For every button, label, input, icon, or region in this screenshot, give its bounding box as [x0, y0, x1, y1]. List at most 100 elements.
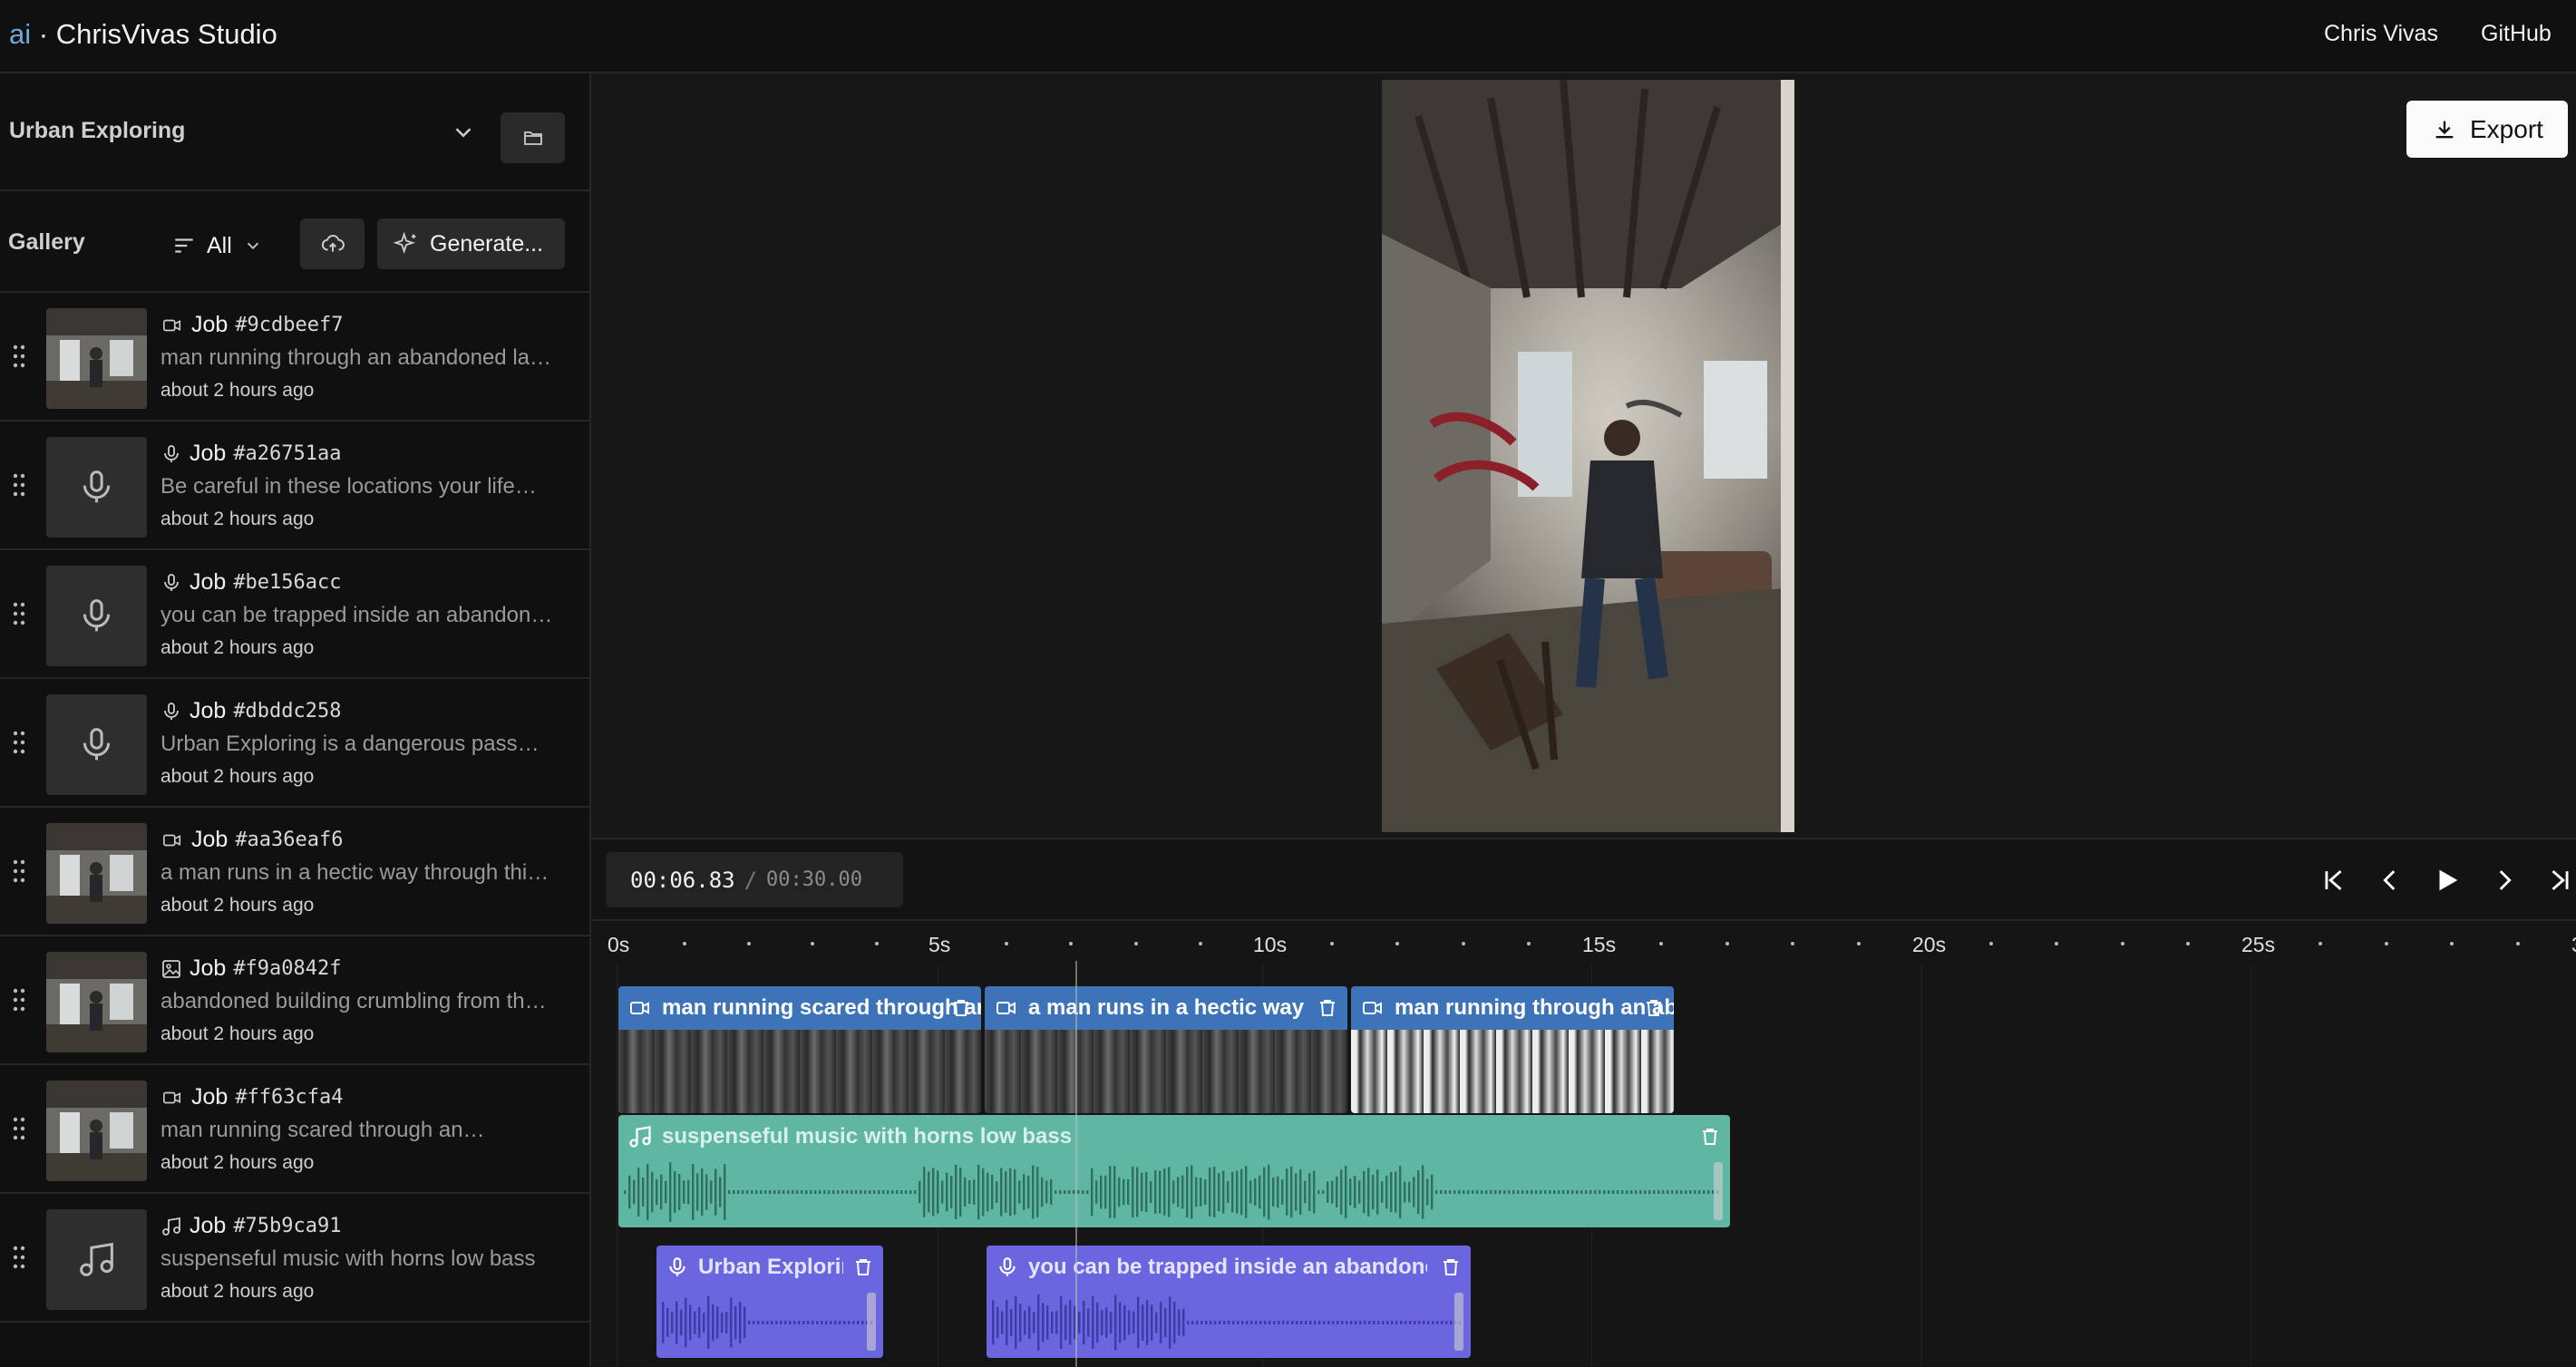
music-clip[interactable]: suspenseful music with horns low bass [618, 1115, 1730, 1227]
open-project-button[interactable] [501, 112, 565, 163]
waveform-bar [1531, 1190, 1533, 1194]
drag-handle-icon[interactable] [13, 1245, 25, 1270]
job-item[interactable]: Job #be156acc you can be trapped inside an… [0, 550, 589, 679]
waveform-bar [1676, 1190, 1678, 1194]
waveform-bar [1128, 1310, 1131, 1335]
job-thumbnail [46, 1081, 147, 1181]
waveform-bar [1585, 1190, 1588, 1194]
waveform-bar [676, 1301, 678, 1344]
voice-clip[interactable]: you can be trapped inside an abandoned… [987, 1246, 1471, 1358]
waveform-bar [1195, 1177, 1198, 1207]
drag-handle-icon[interactable] [13, 472, 25, 498]
timeline-tick-label: 10s [1253, 933, 1288, 956]
step-back-icon[interactable] [2375, 865, 2406, 896]
drag-handle-icon[interactable] [13, 858, 25, 884]
video-preview[interactable] [1382, 80, 1794, 832]
upload-button[interactable] [300, 218, 365, 269]
mic-icon [83, 470, 111, 503]
waveform-bar [1191, 1321, 1194, 1324]
job-item[interactable]: Job #f9a0842f abandoned building crumbling… [0, 936, 589, 1065]
drag-handle-icon[interactable] [13, 601, 25, 626]
project-name[interactable]: Urban Exploring [9, 118, 185, 144]
waveform-bar [737, 1190, 740, 1194]
video-icon [630, 1002, 649, 1014]
waveform-bar [1644, 1190, 1647, 1194]
waveform-bar [1218, 1173, 1220, 1211]
trash-icon[interactable] [1643, 997, 1665, 1019]
voice-clip[interactable]: Urban Exploring is a dangerous pass… [656, 1246, 883, 1358]
waveform-bar [742, 1190, 744, 1194]
waveform-bar [1159, 1170, 1162, 1214]
skip-to-start-icon[interactable] [2318, 865, 2348, 896]
timeline-tick-label: 30s [2571, 933, 2576, 957]
play-icon[interactable] [2432, 865, 2463, 896]
waveform-bar [674, 1171, 676, 1213]
gallery-filter-dropdown[interactable]: All [172, 220, 274, 271]
github-link[interactable]: GitHub [2481, 21, 2552, 47]
drag-handle-icon[interactable] [13, 1116, 25, 1141]
waveform-bar [1503, 1190, 1506, 1194]
playhead[interactable] [1075, 961, 1077, 1367]
waveform-bar [1512, 1190, 1515, 1194]
waveform-bar [887, 1190, 889, 1194]
mic-icon [669, 1257, 685, 1276]
waveform-bar [828, 1190, 831, 1194]
timeline-tick-label: 0s [608, 933, 630, 956]
waveform-bar [724, 1164, 726, 1220]
video-clip[interactable]: a man runs in a hectic way [985, 986, 1347, 1113]
timeline-minor-tick [2055, 942, 2059, 945]
job-item[interactable]: Job #9cdbeef7 man running through an aband… [0, 293, 589, 422]
video-clip[interactable]: man running scared through an… [618, 986, 981, 1113]
job-item[interactable]: Job #ff63cfa4 man running scared through a… [0, 1065, 589, 1194]
trash-icon[interactable] [1317, 997, 1338, 1019]
waveform-bar [1571, 1190, 1574, 1194]
skip-to-end-icon[interactable] [2545, 865, 2576, 896]
user-link[interactable]: Chris Vivas [2324, 21, 2438, 47]
job-item[interactable]: Job #a26751aa Be careful in these location… [0, 422, 589, 550]
thumbnail-image [46, 952, 147, 1052]
waveform-bar [769, 1190, 772, 1194]
waveform-bar [1667, 1190, 1669, 1194]
mic-icon [83, 728, 111, 761]
job-title: Job #75b9ca91 [160, 1213, 342, 1239]
step-forward-icon[interactable] [2489, 865, 2520, 896]
clip-resize-handle[interactable] [867, 1293, 876, 1351]
waveform-bar [1146, 1300, 1149, 1345]
drag-handle-icon[interactable] [13, 987, 25, 1013]
waveform-bar [1278, 1321, 1280, 1324]
trash-icon[interactable] [1699, 1126, 1721, 1148]
waveform-bar [1173, 1301, 1176, 1344]
clip-resize-handle[interactable] [1454, 1293, 1463, 1351]
export-button[interactable]: Export [2406, 101, 2568, 158]
timeline-minor-tick [2516, 942, 2521, 945]
clip-resize-handle[interactable] [1714, 1162, 1723, 1220]
waveform-bar [1250, 1321, 1253, 1324]
timeline-minor-tick [746, 942, 751, 945]
trash-icon[interactable] [1440, 1256, 1462, 1278]
waveform-bar [1078, 1312, 1081, 1333]
job-item[interactable]: Job #75b9ca91 suspenseful music with horns… [0, 1194, 589, 1323]
trash-icon[interactable] [950, 997, 972, 1019]
timeline[interactable]: 0s 5s 10s 15s 20s 25s 30s man running scared t… [591, 921, 2576, 1367]
mic-icon [83, 599, 111, 632]
waveform-bar [959, 1168, 962, 1217]
waveform-bar [792, 1190, 794, 1194]
drag-handle-icon[interactable] [13, 730, 25, 755]
waveform-bar [1154, 1170, 1157, 1214]
job-item[interactable]: Job #aa36eaf6 a man runs in a hectic way t… [0, 808, 589, 936]
waveform-bar [762, 1321, 764, 1324]
job-id: #75b9ca91 [233, 1215, 342, 1237]
waveform-bar [703, 1313, 705, 1333]
brand-logo[interactable]: ai · ChrisVivas Studio [9, 18, 277, 51]
video-clip[interactable]: man running through an abandoned la… [1351, 986, 1674, 1113]
waveform-bar [1046, 1305, 1049, 1340]
waveform-bar [642, 1177, 645, 1207]
generate-button[interactable]: Generate... [377, 218, 565, 269]
job-item[interactable]: Job #dbddc258 Urban Exploring is a dangero… [0, 679, 589, 808]
drag-handle-icon[interactable] [13, 344, 25, 369]
waveform-bar [1331, 1180, 1334, 1204]
trash-icon[interactable] [852, 1256, 874, 1278]
chevron-down-icon[interactable] [450, 119, 477, 146]
waveform-bar [678, 1174, 681, 1210]
waveform-bar [1264, 1321, 1267, 1324]
